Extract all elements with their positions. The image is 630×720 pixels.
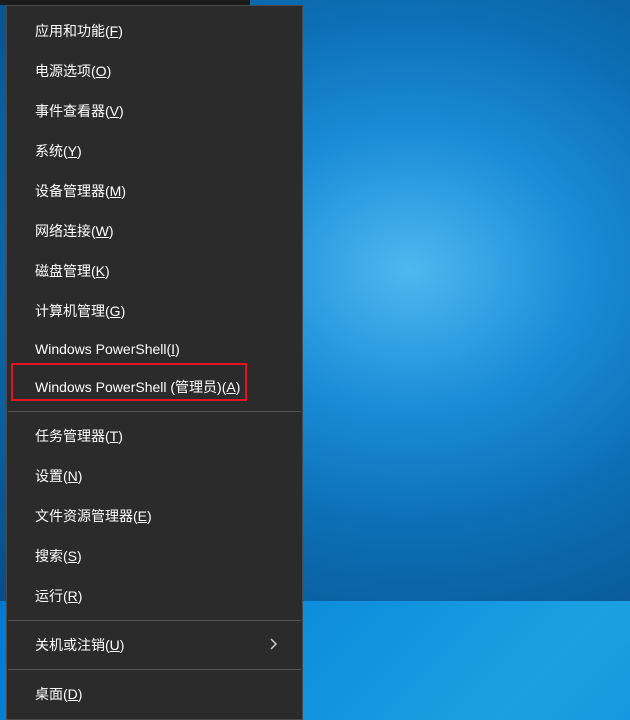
- menu-label: 设备管理器(M): [35, 181, 126, 201]
- menu-item-settings[interactable]: 设置(N): [7, 456, 302, 496]
- menu-item-disk-management[interactable]: 磁盘管理(K): [7, 251, 302, 291]
- menu-item-powershell[interactable]: Windows PowerShell(I): [7, 331, 302, 367]
- menu-item-device-manager[interactable]: 设备管理器(M): [7, 171, 302, 211]
- menu-separator: [8, 620, 301, 621]
- menu-item-search[interactable]: 搜索(S): [7, 536, 302, 576]
- chevron-right-icon: [270, 638, 278, 653]
- menu-label: 搜索(S): [35, 546, 82, 566]
- menu-separator: [8, 411, 301, 412]
- menu-label: 磁盘管理(K): [35, 261, 110, 281]
- menu-label: Windows PowerShell (管理员)(A): [35, 377, 240, 397]
- menu-item-apps-features[interactable]: 应用和功能(F): [7, 11, 302, 51]
- menu-label: 设置(N): [35, 466, 82, 486]
- menu-label: 事件查看器(V): [35, 101, 124, 121]
- menu-item-event-viewer[interactable]: 事件查看器(V): [7, 91, 302, 131]
- menu-item-network-connections[interactable]: 网络连接(W): [7, 211, 302, 251]
- menu-label: Windows PowerShell(I): [35, 341, 180, 357]
- menu-item-run[interactable]: 运行(R): [7, 576, 302, 616]
- menu-label: 网络连接(W): [35, 221, 114, 241]
- menu-label: 系统(Y): [35, 141, 82, 161]
- menu-item-system[interactable]: 系统(Y): [7, 131, 302, 171]
- menu-item-desktop[interactable]: 桌面(D): [7, 674, 302, 714]
- menu-label: 电源选项(O): [35, 61, 111, 81]
- menu-label: 文件资源管理器(E): [35, 506, 152, 526]
- menu-label: 关机或注销(U): [35, 635, 124, 655]
- winx-context-menu: 应用和功能(F) 电源选项(O) 事件查看器(V) 系统(Y) 设备管理器(M)…: [6, 5, 303, 720]
- menu-label: 应用和功能(F): [35, 21, 123, 41]
- menu-item-task-manager[interactable]: 任务管理器(T): [7, 416, 302, 456]
- menu-item-powershell-admin[interactable]: Windows PowerShell (管理员)(A): [7, 367, 302, 407]
- menu-item-file-explorer[interactable]: 文件资源管理器(E): [7, 496, 302, 536]
- menu-label: 运行(R): [35, 586, 82, 606]
- menu-label: 桌面(D): [35, 684, 82, 704]
- menu-label: 任务管理器(T): [35, 426, 123, 446]
- menu-separator: [8, 669, 301, 670]
- menu-item-computer-management[interactable]: 计算机管理(G): [7, 291, 302, 331]
- menu-item-shutdown-signout[interactable]: 关机或注销(U): [7, 625, 302, 665]
- menu-item-power-options[interactable]: 电源选项(O): [7, 51, 302, 91]
- menu-label: 计算机管理(G): [35, 301, 125, 321]
